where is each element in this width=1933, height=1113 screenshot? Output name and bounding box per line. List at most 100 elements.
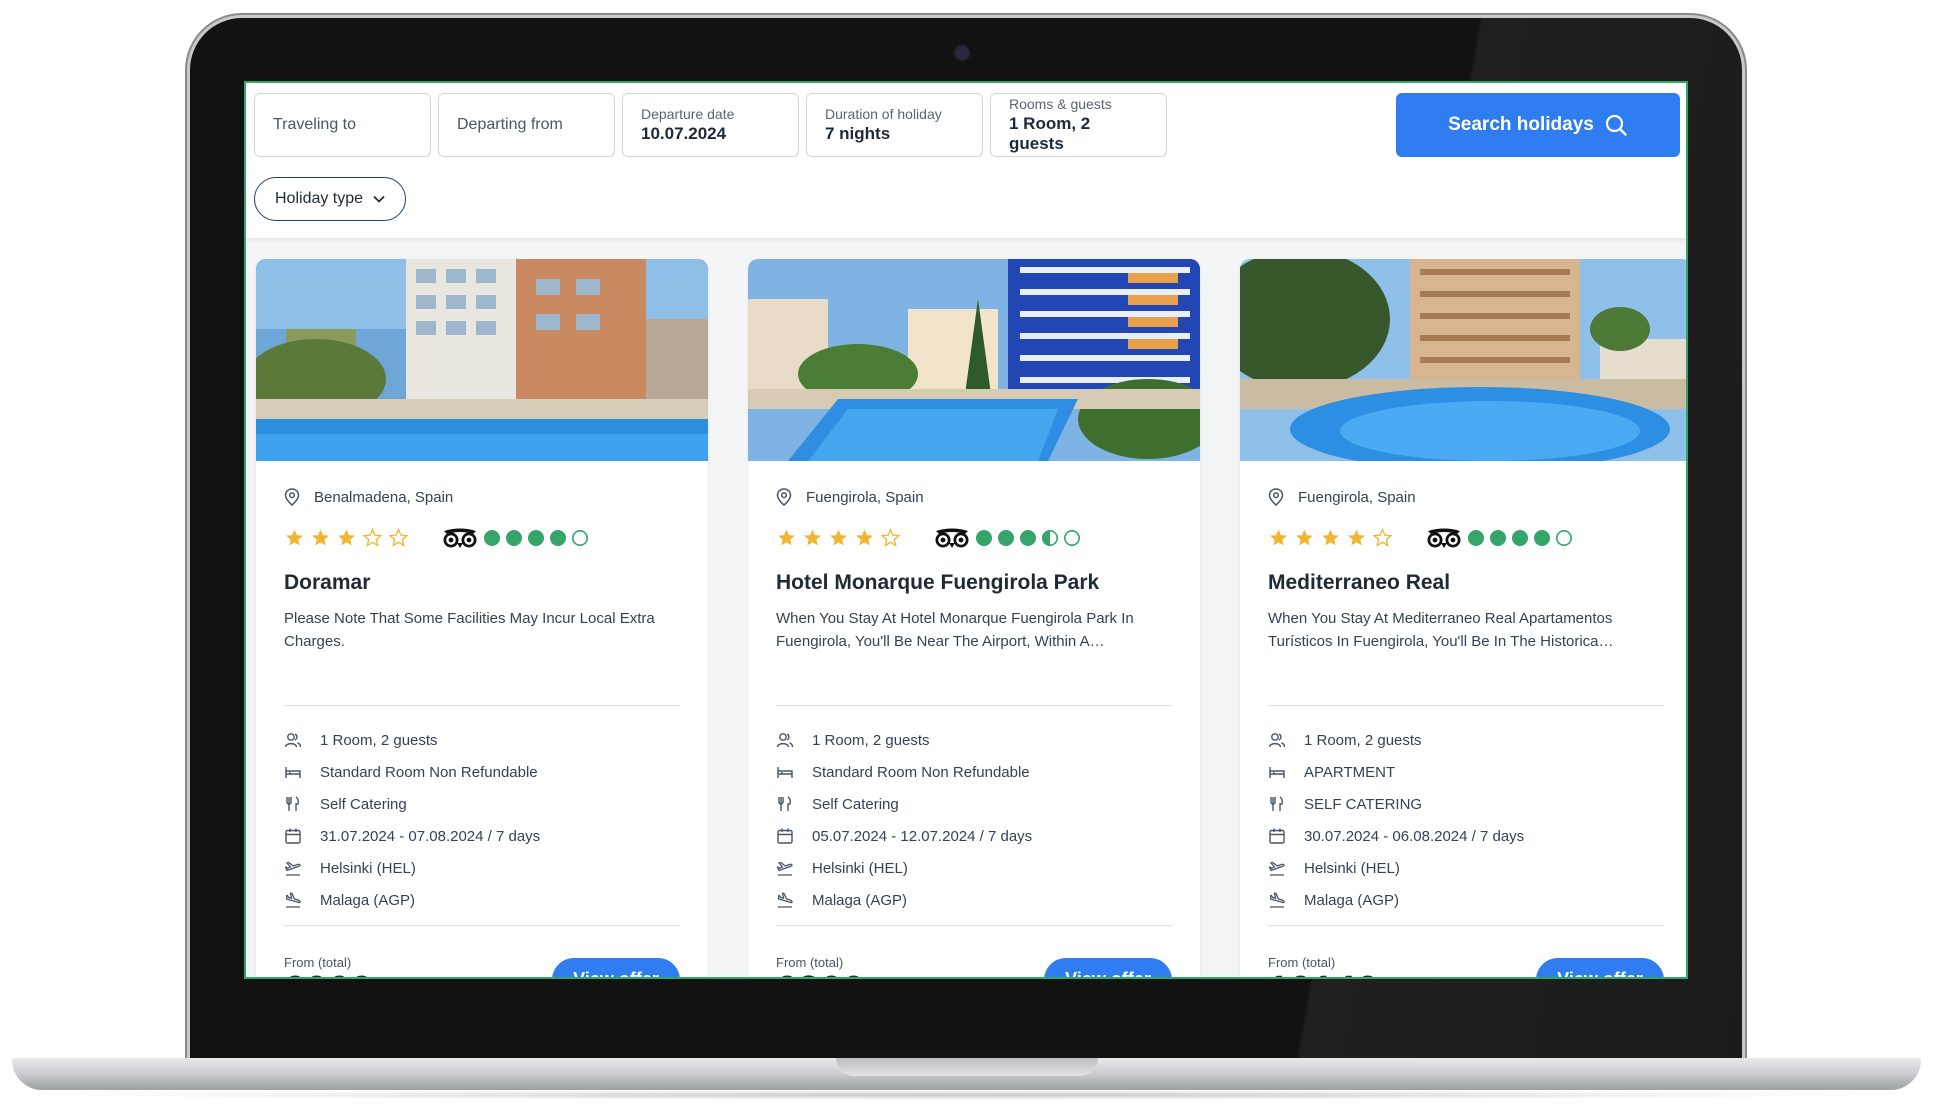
- price-label: From (total): [776, 955, 844, 970]
- detail-board-text: SELF CATERING: [1304, 795, 1423, 813]
- hotel-photo: [748, 259, 1200, 461]
- view-offer-button[interactable]: View offer: [1536, 958, 1664, 977]
- tripadvisor-bubbles: [975, 529, 1081, 547]
- tripadvisor-owl-icon: [443, 528, 477, 548]
- detail-arrival-text: Malaga (AGP): [812, 891, 908, 909]
- calendar-icon: [285, 828, 301, 844]
- chevron-down-icon: [373, 195, 385, 203]
- detail-departure: Helsinki (HEL): [776, 852, 1172, 884]
- duration-field[interactable]: Duration of holiday 7 nights: [806, 93, 983, 157]
- location: Fuengirola, Spain: [776, 488, 924, 506]
- hotel-name[interactable]: Mediterraneo Real: [1268, 571, 1450, 595]
- offer-details: 1 Room, 2 guests Standard Room Non Refun…: [284, 724, 680, 916]
- detail-board: Self Catering: [284, 788, 680, 820]
- offer-details: 1 Room, 2 guests APARTMENT SELF CATERING…: [1268, 724, 1664, 916]
- hotel-name[interactable]: Hotel Monarque Fuengirola Park: [776, 571, 1099, 595]
- rooms-guests-field[interactable]: Rooms & guests 1 Room, 2 guests: [990, 93, 1167, 157]
- rating-bubble-full: [1020, 530, 1036, 546]
- star-rating: [284, 528, 409, 548]
- tripadvisor-owl-icon: [1427, 528, 1461, 548]
- detail-board-text: Self Catering: [812, 795, 899, 813]
- detail-departure-text: Helsinki (HEL): [812, 859, 908, 877]
- cutlery-icon: [1270, 796, 1283, 811]
- departure-date-label: Departure date: [641, 106, 735, 122]
- star-filled-icon: [830, 529, 847, 546]
- offer-card: Benalmadena, Spain Doramar Please Note T…: [256, 259, 708, 977]
- star-filled-icon: [1270, 529, 1287, 546]
- detail-dates: 31.07.2024 - 07.08.2024 / 7 days: [284, 820, 680, 852]
- plane-arrival-icon: [285, 892, 301, 908]
- hotel-name[interactable]: Doramar: [284, 571, 370, 595]
- search-icon: [1605, 114, 1627, 136]
- webcam: [955, 46, 969, 60]
- star-filled-icon: [1322, 529, 1339, 546]
- view-offer-button[interactable]: View offer: [1044, 958, 1172, 977]
- departing-from-field[interactable]: Departing from: [438, 93, 615, 157]
- search-holidays-button[interactable]: Search holidays: [1396, 93, 1680, 157]
- detail-arrival: Malaga (AGP): [284, 884, 680, 916]
- detail-room: Standard Room Non Refundable: [284, 756, 680, 788]
- detail-departure-text: Helsinki (HEL): [320, 859, 416, 877]
- rating-bubble-full: [550, 530, 566, 546]
- location-text: Benalmadena, Spain: [314, 488, 454, 506]
- location-text: Fuengirola, Spain: [806, 488, 924, 506]
- rating-bubble-full: [484, 530, 500, 546]
- plane-arrival-icon: [777, 892, 793, 908]
- view-offer-button[interactable]: View offer: [552, 958, 680, 977]
- tripadvisor-bubbles: [483, 529, 589, 547]
- detail-arrival-text: Malaga (AGP): [1304, 891, 1400, 909]
- detail-guests-text: 1 Room, 2 guests: [320, 731, 438, 749]
- star-empty-icon: [362, 528, 383, 547]
- star-filled-icon: [778, 529, 795, 546]
- detail-board-text: Self Catering: [320, 795, 407, 813]
- location-pin-icon: [284, 488, 300, 506]
- divider: [1268, 925, 1664, 926]
- rating-bubble-full: [506, 530, 522, 546]
- rooms-guests-value: 1 Room, 2 guests: [1009, 114, 1091, 153]
- star-empty-icon: [880, 528, 901, 547]
- detail-dates-text: 31.07.2024 - 07.08.2024 / 7 days: [320, 827, 541, 845]
- location: Fuengirola, Spain: [1268, 488, 1416, 506]
- laptop-notch: [836, 1058, 1098, 1076]
- plane-departure-icon: [776, 861, 793, 876]
- rating-bubble-full: [976, 530, 992, 546]
- price-value: 6066: [284, 969, 373, 977]
- hotel-description: Please Note That Some Facilities May Inc…: [284, 610, 655, 650]
- price-label: From (total): [1268, 955, 1336, 970]
- search-bar: Traveling to Departing from Departure da…: [246, 83, 1686, 238]
- price-value: 10146: [1268, 969, 1379, 977]
- location-pin-icon: [776, 488, 792, 506]
- duration-value: 7 nights: [825, 124, 891, 143]
- ratings-row: [1268, 527, 1573, 549]
- holiday-type-dropdown[interactable]: Holiday type: [254, 177, 407, 221]
- rating-bubble-full: [998, 530, 1014, 546]
- traveling-to-placeholder: Traveling to: [273, 116, 356, 133]
- departure-date-field[interactable]: Departure date 10.07.2024: [622, 93, 799, 157]
- rating-bubble-full: [1468, 530, 1484, 546]
- detail-departure-text: Helsinki (HEL): [1304, 859, 1400, 877]
- bed-icon: [1269, 767, 1285, 778]
- rating-bubble-full: [1490, 530, 1506, 546]
- detail-board: Self Catering: [776, 788, 1172, 820]
- detail-room-text: Standard Room Non Refundable: [320, 763, 538, 781]
- hotel-photo: [256, 259, 708, 461]
- cutlery-icon: [778, 796, 791, 811]
- star-empty-icon: [388, 528, 409, 547]
- traveling-to-field[interactable]: Traveling to: [254, 93, 431, 157]
- offer-card: Fuengirola, Spain: [748, 259, 1200, 977]
- rating-bubble-half: [1042, 530, 1058, 546]
- duration-label: Duration of holiday: [825, 106, 942, 122]
- calendar-icon: [1269, 828, 1285, 844]
- detail-dates-text: 30.07.2024 - 06.08.2024 / 7 days: [1304, 827, 1525, 845]
- star-filled-icon: [338, 529, 355, 546]
- departure-date-value: 10.07.2024: [641, 124, 727, 143]
- hotel-description: When You Stay At Hotel Monarque Fuengiro…: [776, 610, 1134, 650]
- tripadvisor-bubbles: [1467, 529, 1573, 547]
- rating-bubble-empty: [1556, 530, 1572, 546]
- detail-guests-text: 1 Room, 2 guests: [1304, 731, 1422, 749]
- departing-from-placeholder: Departing from: [457, 116, 563, 133]
- detail-board: SELF CATERING: [1268, 788, 1664, 820]
- location: Benalmadena, Spain: [284, 488, 453, 506]
- plane-departure-icon: [284, 861, 301, 876]
- guests-icon: [284, 733, 302, 748]
